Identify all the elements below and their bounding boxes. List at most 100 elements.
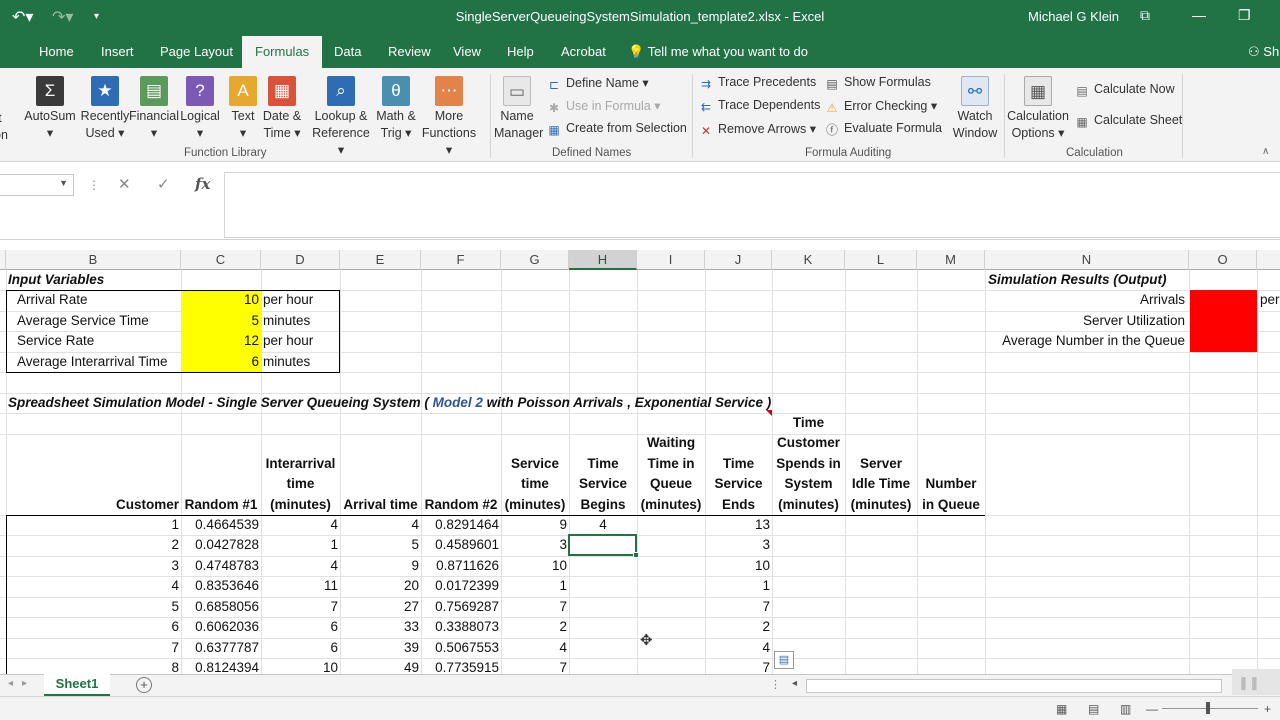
calculate-now-button[interactable]: ▤ Calculate Now — [1074, 82, 1174, 98]
table-cell-j: 13 — [754, 517, 770, 532]
worksheet-grid[interactable]: ABCDEFGHIJKLMNO Input Variables Arrival … — [0, 250, 1280, 674]
show-formulas-button[interactable]: ▤ Show Formulas — [824, 75, 931, 91]
column-header-next[interactable] — [1257, 250, 1280, 270]
zoom-in-icon[interactable]: + — [1264, 702, 1271, 716]
table-header-m: Number in Queue — [917, 474, 985, 515]
function-button-5[interactable]: ▦ Date & Time ▾ — [262, 76, 302, 142]
add-sheet-button[interactable]: + — [136, 677, 152, 693]
formula-input[interactable] — [224, 172, 1280, 238]
normal-view-icon[interactable]: ▦ — [1056, 702, 1067, 716]
horizontal-scrollbar[interactable] — [806, 679, 1222, 693]
minimize-icon[interactable]: — — [1192, 7, 1206, 23]
define-name-button[interactable]: ⊏ Define Name ▾ — [546, 75, 649, 92]
calculation-options-button[interactable]: ▦ Calculation Options ▾ — [1006, 76, 1070, 142]
fill-handle[interactable] — [633, 552, 639, 558]
input-value[interactable]: 10 — [181, 290, 261, 310]
page-break-view-icon[interactable]: ▥ — [1120, 702, 1131, 716]
remove-arrows-button[interactable]: ✕ Remove Arrows ▾ — [698, 121, 816, 138]
column-header-e[interactable]: E — [340, 250, 421, 270]
column-header-k[interactable]: K — [772, 250, 845, 270]
function-button-8[interactable]: ⋯ More Functions ▾ — [418, 76, 480, 159]
table-cell-h — [569, 576, 637, 596]
function-button-6[interactable]: ⌕ Lookup & Reference ▾ — [310, 76, 372, 159]
watch-window-button[interactable]: ⚯ Watch Window — [950, 76, 1000, 142]
input-value[interactable]: 6 — [181, 352, 261, 372]
column-header-b[interactable]: B — [6, 250, 181, 270]
active-cell-cursor[interactable] — [568, 534, 637, 556]
function-button-7[interactable]: θ Math & Trig ▾ — [372, 76, 420, 142]
column-header-l[interactable]: L — [845, 250, 917, 270]
insert-function-button[interactable]: rt on — [0, 110, 14, 144]
tab-view[interactable]: View — [453, 44, 481, 59]
output-value-cell[interactable] — [1190, 310, 1257, 332]
pause-icon[interactable]: ❚❚ — [1238, 675, 1260, 691]
column-header-g[interactable]: G — [501, 250, 569, 270]
sheet-tab-sheet1[interactable]: Sheet1 — [44, 674, 110, 697]
column-header-i[interactable]: I — [637, 250, 705, 270]
output-value-cell[interactable] — [1190, 331, 1257, 352]
tab-split-handle-icon[interactable]: ⋮ — [770, 678, 781, 691]
column-header-h[interactable]: H — [569, 250, 637, 270]
ribbon-display-icon[interactable]: ⧉ — [1140, 7, 1150, 24]
insert-function-icon[interactable]: fx — [195, 175, 210, 193]
scroll-left-icon[interactable]: ◂ — [792, 678, 797, 689]
collapse-ribbon-icon[interactable]: ∧ — [1262, 146, 1269, 157]
trace-precedents-button[interactable]: ⇉ Trace Precedents — [698, 75, 816, 91]
tell-me-search[interactable]: 💡 Tell me what you want to do — [628, 44, 808, 60]
tab-insert[interactable]: Insert — [101, 44, 134, 59]
input-value[interactable]: 12 — [181, 331, 261, 351]
name-manager-button[interactable]: ▭ Name Manager — [494, 76, 543, 142]
column-header-d[interactable]: D — [261, 250, 340, 270]
input-value[interactable]: 5 — [181, 311, 261, 331]
function-button-4[interactable]: A Text ▾ — [228, 76, 258, 142]
drag-handle-icon[interactable]: ⋮ — [88, 178, 100, 192]
restore-icon[interactable]: ❐ — [1238, 7, 1251, 24]
table-cell-e: 4 — [411, 517, 419, 532]
tab-page-layout[interactable]: Page Layout — [160, 44, 233, 59]
table-cell-e: 9 — [411, 557, 419, 573]
scroll-tabs-right-icon[interactable]: ▸ — [22, 678, 27, 689]
enter-icon[interactable]: ✓ — [157, 175, 170, 193]
zoom-slider-thumb[interactable] — [1206, 702, 1210, 714]
column-header-j[interactable]: J — [705, 250, 772, 270]
tab-review[interactable]: Review — [388, 44, 431, 59]
cancel-icon[interactable]: ✕ — [118, 175, 131, 193]
column-header-m[interactable]: M — [917, 250, 985, 270]
output-value-cell[interactable] — [1190, 290, 1257, 311]
zoom-out-icon[interactable]: — — [1146, 702, 1158, 716]
zoom-slider[interactable] — [1162, 708, 1258, 709]
use-in-formula-button[interactable]: ✱ Use in Formula ▾ — [546, 98, 661, 115]
column-header-f[interactable]: F — [421, 250, 501, 270]
table-cell-j: 2 — [762, 619, 770, 635]
function-button-0[interactable]: Σ AutoSum ▾ — [22, 76, 78, 142]
page-layout-view-icon[interactable]: ▤ — [1088, 702, 1099, 716]
tab-data[interactable]: Data — [334, 44, 361, 59]
table-cell-f: 0.0172399 — [435, 578, 499, 594]
error-checking-button[interactable]: ⚠ Error Checking ▾ — [824, 98, 938, 115]
share-button[interactable]: ⚇ Sh — [1248, 44, 1279, 60]
tab-acrobat[interactable]: Acrobat — [561, 44, 606, 59]
tab-formulas[interactable]: Formulas — [242, 36, 323, 68]
show-formulas-icon: ▤ — [826, 77, 838, 91]
tab-help[interactable]: Help — [507, 44, 534, 59]
create-from-selection-button[interactable]: ▦ Create from Selection — [546, 121, 687, 137]
column-header-o[interactable]: O — [1189, 250, 1257, 270]
column-header-c[interactable]: C — [181, 250, 261, 270]
input-table-border — [6, 290, 340, 292]
scroll-tabs-left-icon[interactable]: ◂ — [8, 678, 13, 689]
column-header-n[interactable]: N — [985, 250, 1189, 270]
table-header-c: Random #1 — [181, 495, 261, 516]
tab-home[interactable]: Home — [39, 44, 74, 59]
function-button-2[interactable]: ▤ Financial ▾ — [128, 76, 180, 142]
calculate-sheet-button[interactable]: ▦ Calculate Sheet — [1074, 113, 1182, 129]
function-category-icon: A — [229, 76, 257, 106]
evaluate-formula-button[interactable]: ⓕ Evaluate Formula — [824, 121, 942, 137]
function-button-1[interactable]: ★ Recently Used ▾ — [80, 76, 130, 142]
user-name[interactable]: Michael G Klein — [1028, 9, 1119, 24]
name-box[interactable]: ▼ — [0, 174, 74, 196]
input-unit: minutes — [263, 312, 311, 328]
function-button-3[interactable]: ? Logical ▾ — [178, 76, 222, 142]
trace-dependents-button[interactable]: ⇇ Trace Dependents — [698, 98, 820, 114]
header-line: Random #2 — [424, 496, 498, 512]
quick-analysis-icon[interactable]: ▤ — [774, 651, 794, 669]
